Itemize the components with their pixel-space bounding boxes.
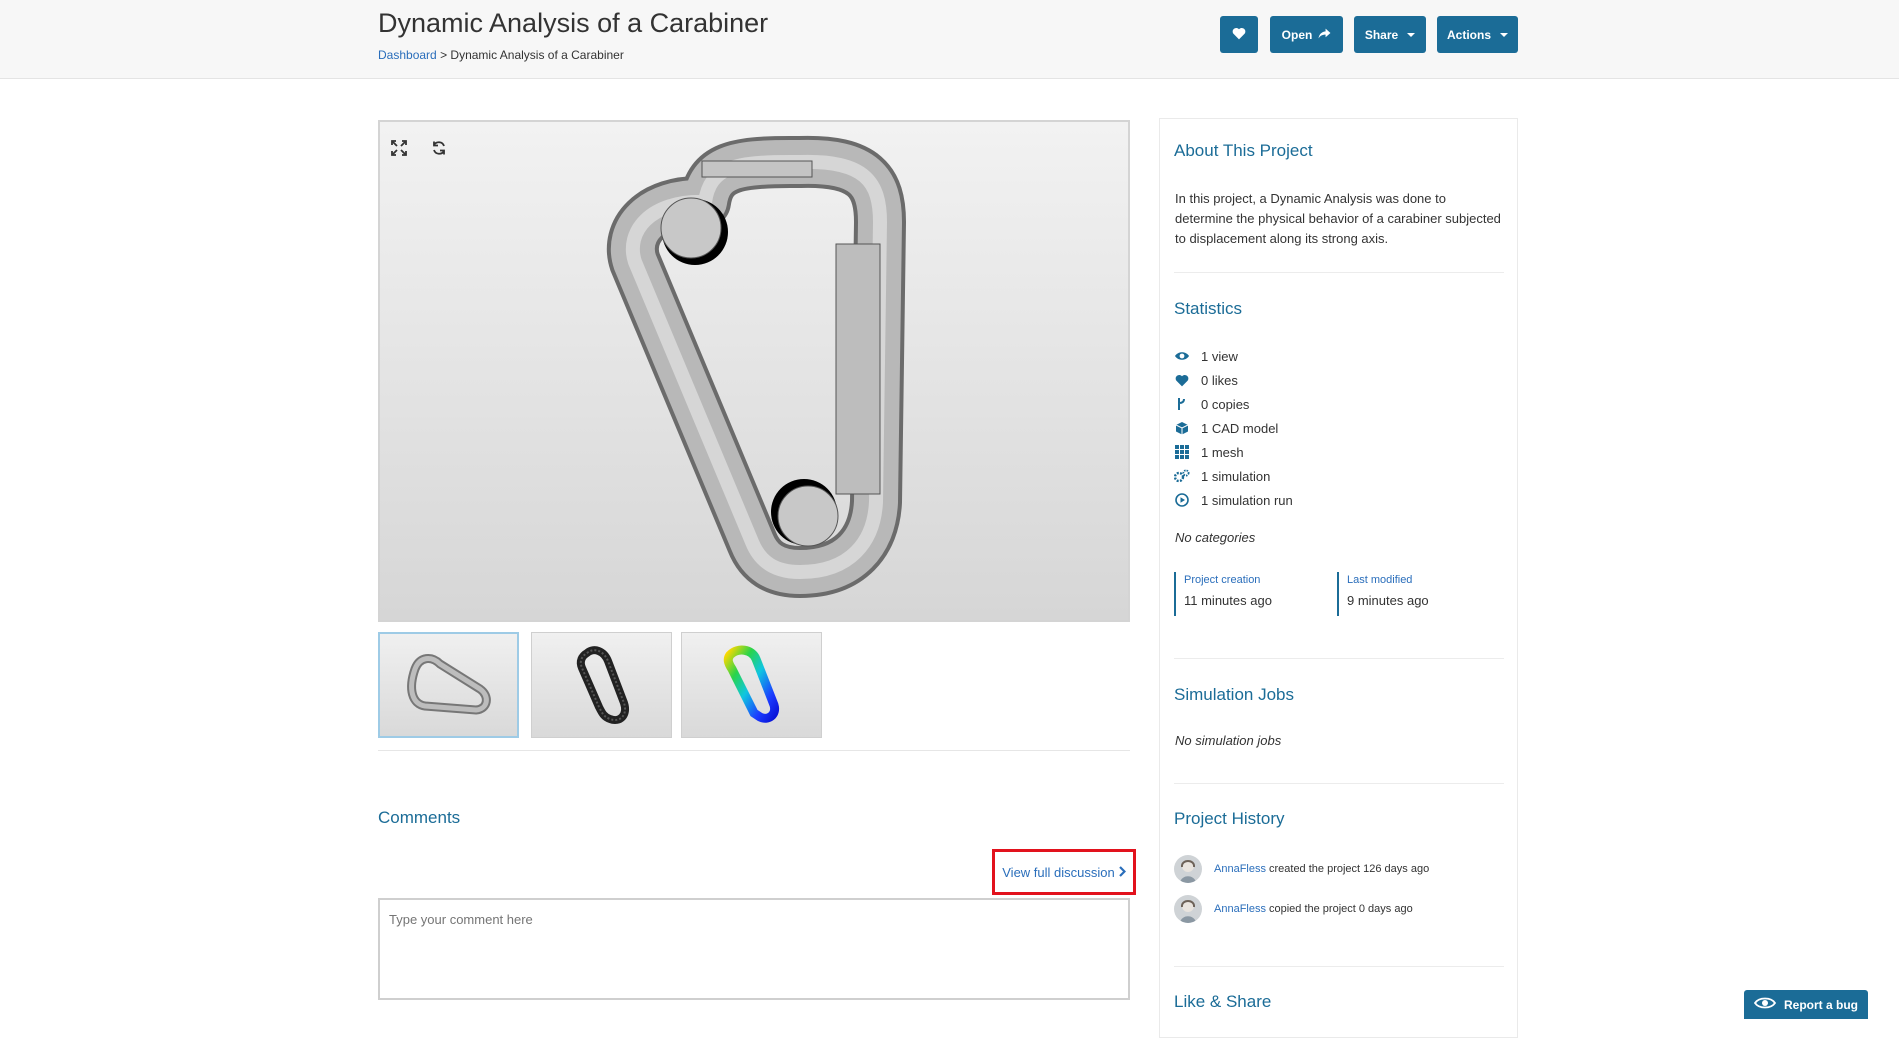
stat-simulations: 1 simulation (1174, 468, 1270, 484)
gears-icon (1174, 468, 1190, 484)
caret-down-icon (1407, 32, 1416, 37)
stat-label: 1 view (1201, 348, 1238, 364)
open-button-label: Open (1281, 27, 1313, 42)
breadcrumb: Dashboard > Dynamic Analysis of a Carabi… (378, 48, 624, 62)
stat-label: 1 CAD model (1201, 420, 1279, 436)
view-full-discussion-label: View full discussion (1002, 864, 1115, 880)
page-title: Dynamic Analysis of a Carabiner (378, 8, 769, 38)
like-share-title: Like & Share (1174, 992, 1272, 1011)
last-modified-label: Last modified (1347, 574, 1413, 586)
stat-simulation-runs: 1 simulation run (1174, 492, 1293, 508)
share-arrow-icon (1318, 28, 1331, 42)
cad-model-thumbnail[interactable] (378, 632, 519, 738)
chevron-right-icon (1118, 865, 1126, 880)
stat-label: 1 simulation run (1201, 492, 1293, 508)
heart-icon (1174, 372, 1190, 388)
stat-likes: 0 likes (1174, 372, 1238, 388)
eye-icon (1174, 348, 1190, 364)
like-button[interactable] (1220, 16, 1258, 53)
model-viewer[interactable] (378, 120, 1130, 622)
divider (1174, 272, 1504, 273)
view-full-discussion-link[interactable]: View full discussion (992, 849, 1136, 895)
avatar (1174, 855, 1202, 883)
avatar (1174, 895, 1202, 923)
divider (378, 750, 1130, 751)
about-title: About This Project (1174, 141, 1313, 160)
project-creation-label: Project creation (1184, 574, 1261, 586)
carabiner-model-image (606, 135, 906, 598)
breadcrumb-current: Dynamic Analysis of a Carabiner (450, 48, 624, 62)
project-creation-value: 11 minutes ago (1184, 593, 1272, 608)
project-creation-block: Project creation 11 minutes ago (1174, 572, 1272, 616)
stat-meshes: 1 mesh (1174, 444, 1244, 460)
eye-icon (1753, 996, 1777, 1013)
breadcrumb-separator: > (440, 48, 448, 62)
simulation-jobs-empty: No simulation jobs (1175, 733, 1282, 748)
breadcrumb-dashboard-link[interactable]: Dashboard (378, 48, 437, 62)
project-history-title: Project History (1174, 809, 1285, 828)
history-action: copied the project 0 days ago (1268, 903, 1413, 915)
play-icon (1174, 492, 1190, 508)
mesh-thumbnail[interactable] (531, 632, 672, 738)
page-header: Dynamic Analysis of a Carabiner Dashboar… (0, 0, 1899, 79)
grid-icon (1174, 444, 1190, 460)
stat-label: 0 copies (1201, 396, 1250, 412)
categories-text: No categories (1175, 530, 1256, 545)
stat-label: 1 simulation (1201, 468, 1271, 484)
history-item: AnnaFless copied the project 0 days ago (1174, 895, 1413, 923)
report-bug-label: Report a bug (1784, 997, 1858, 1012)
divider (1174, 658, 1504, 659)
caret-down-icon (1500, 32, 1508, 37)
statistics-title: Statistics (1174, 299, 1243, 318)
cube-icon (1174, 420, 1190, 436)
simulation-jobs-title: Simulation Jobs (1174, 685, 1295, 704)
stat-cad-models: 1 CAD model (1174, 420, 1278, 436)
comments-title: Comments (378, 808, 461, 827)
user-link[interactable]: AnnaFless (1214, 903, 1266, 915)
about-description: In this project, a Dynamic Analysis was … (1175, 191, 1501, 246)
actions-button[interactable]: Actions (1437, 16, 1518, 53)
history-item: AnnaFless created the project 126 days a… (1174, 855, 1429, 883)
comment-input[interactable] (378, 898, 1130, 1000)
last-modified-block: Last modified 9 minutes ago (1337, 572, 1429, 616)
project-sidebar: About This Project In this project, a Dy… (1159, 118, 1518, 1038)
open-button[interactable]: Open (1270, 16, 1343, 53)
stat-label: 0 likes (1201, 372, 1238, 388)
divider (1174, 783, 1504, 784)
stat-copies: 0 copies (1174, 396, 1249, 412)
report-bug-button[interactable]: Report a bug (1744, 990, 1868, 1019)
user-link[interactable]: AnnaFless (1214, 863, 1266, 875)
actions-button-label: Actions (1446, 27, 1491, 42)
fork-icon (1174, 396, 1190, 412)
stat-label: 1 mesh (1201, 444, 1244, 460)
simulation-result-thumbnail[interactable] (681, 632, 822, 738)
history-action: created the project 126 days ago (1268, 863, 1430, 875)
share-button[interactable]: Share (1354, 16, 1426, 53)
stat-views: 1 view (1174, 348, 1238, 364)
divider (1174, 966, 1504, 967)
heart-icon (1232, 27, 1246, 43)
share-button-label: Share (1364, 27, 1399, 42)
last-modified-value: 9 minutes ago (1347, 593, 1429, 608)
